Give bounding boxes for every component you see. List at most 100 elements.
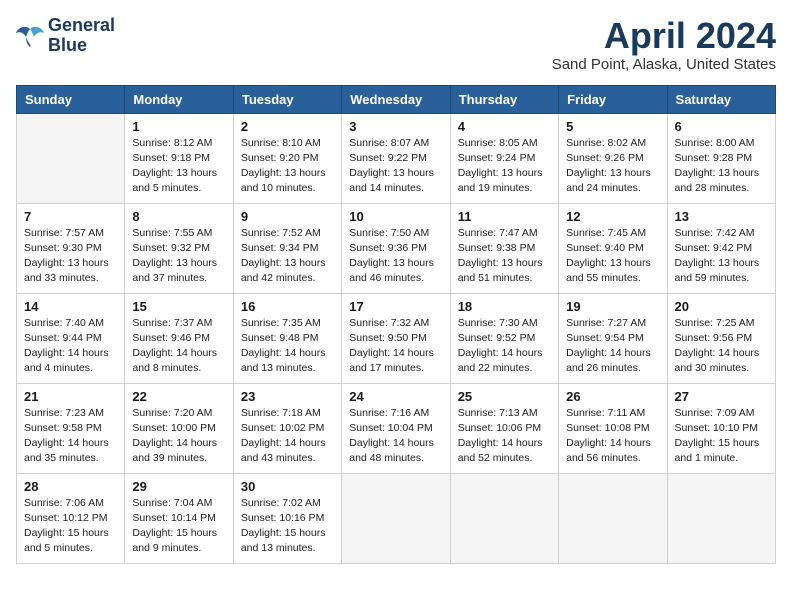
day-info: Sunrise: 7:55 AMSunset: 9:32 PMDaylight:…: [132, 226, 225, 287]
day-number: 1: [132, 119, 225, 134]
calendar-cell: 18 Sunrise: 7:30 AMSunset: 9:52 PMDayligh…: [450, 293, 558, 383]
location-subtitle: Sand Point, Alaska, United States: [552, 56, 776, 73]
day-info: Sunrise: 7:57 AMSunset: 9:30 PMDaylight:…: [24, 226, 117, 287]
day-number: 24: [349, 389, 442, 404]
day-info: Sunrise: 7:37 AMSunset: 9:46 PMDaylight:…: [132, 316, 225, 377]
calendar-cell: 30 Sunrise: 7:02 AMSunset: 10:16 PMDaylig…: [233, 473, 341, 563]
day-info: Sunrise: 7:30 AMSunset: 9:52 PMDaylight:…: [458, 316, 551, 377]
calendar-cell: 26 Sunrise: 7:11 AMSunset: 10:08 PMDaylig…: [559, 383, 667, 473]
weekday-header-tuesday: Tuesday: [233, 85, 341, 113]
calendar-cell: 20Sunrise: 7:25 AMSunset: 9:56 PMDayligh…: [667, 293, 775, 383]
day-info: Sunrise: 8:10 AMSunset: 9:20 PMDaylight:…: [241, 136, 334, 197]
calendar-cell: 3 Sunrise: 8:07 AMSunset: 9:22 PMDaylight…: [342, 113, 450, 203]
day-number: 18: [458, 299, 551, 314]
calendar-cell: 25 Sunrise: 7:13 AMSunset: 10:06 PMDaylig…: [450, 383, 558, 473]
calendar-cell: 21 Sunrise: 7:23 AMSunset: 9:58 PMDayligh…: [17, 383, 125, 473]
calendar-cell: [667, 473, 775, 563]
day-info: Sunrise: 8:00 AMSunset: 9:28 PMDaylight:…: [675, 136, 768, 197]
calendar-cell: 15 Sunrise: 7:37 AMSunset: 9:46 PMDayligh…: [125, 293, 233, 383]
calendar-cell: 23 Sunrise: 7:18 AMSunset: 10:02 PMDaylig…: [233, 383, 341, 473]
day-info: Sunrise: 7:27 AMSunset: 9:54 PMDaylight:…: [566, 316, 659, 377]
day-number: 25: [458, 389, 551, 404]
page-header: General Blue April 2024 Sand Point, Alas…: [16, 16, 776, 73]
day-info: Sunrise: 7:11 AMSunset: 10:08 PMDaylight…: [566, 406, 659, 467]
calendar-cell: 4 Sunrise: 8:05 AMSunset: 9:24 PMDaylight…: [450, 113, 558, 203]
calendar-cell: 29 Sunrise: 7:04 AMSunset: 10:14 PMDaylig…: [125, 473, 233, 563]
day-number: 6: [675, 119, 768, 134]
day-number: 19: [566, 299, 659, 314]
day-info: Sunrise: 7:45 AMSunset: 9:40 PMDaylight:…: [566, 226, 659, 287]
day-number: 28: [24, 479, 117, 494]
day-number: 9: [241, 209, 334, 224]
day-info: Sunrise: 8:12 AMSunset: 9:18 PMDaylight:…: [132, 136, 225, 197]
day-number: 22: [132, 389, 225, 404]
calendar-cell: 28 Sunrise: 7:06 AMSunset: 10:12 PMDaylig…: [17, 473, 125, 563]
logo-text-line1: General: [48, 16, 115, 36]
day-number: 23: [241, 389, 334, 404]
calendar-cell: 9 Sunrise: 7:52 AMSunset: 9:34 PMDaylight…: [233, 203, 341, 293]
week-row-1: 1 Sunrise: 8:12 AMSunset: 9:18 PMDaylight…: [17, 113, 776, 203]
day-info: Sunrise: 7:02 AMSunset: 10:16 PMDaylight…: [241, 496, 334, 557]
day-info: Sunrise: 7:18 AMSunset: 10:02 PMDaylight…: [241, 406, 334, 467]
day-number: 29: [132, 479, 225, 494]
calendar-cell: 17 Sunrise: 7:32 AMSunset: 9:50 PMDayligh…: [342, 293, 450, 383]
day-number: 10: [349, 209, 442, 224]
day-info: Sunrise: 7:06 AMSunset: 10:12 PMDaylight…: [24, 496, 117, 557]
calendar-cell: 5 Sunrise: 8:02 AMSunset: 9:26 PMDaylight…: [559, 113, 667, 203]
day-info: Sunrise: 8:02 AMSunset: 9:26 PMDaylight:…: [566, 136, 659, 197]
day-info: Sunrise: 7:32 AMSunset: 9:50 PMDaylight:…: [349, 316, 442, 377]
day-number: 7: [24, 209, 117, 224]
month-title: April 2024: [552, 16, 776, 56]
day-number: 26: [566, 389, 659, 404]
day-info: Sunrise: 7:04 AMSunset: 10:14 PMDaylight…: [132, 496, 225, 557]
day-info: Sunrise: 7:40 AMSunset: 9:44 PMDaylight:…: [24, 316, 117, 377]
day-number: 4: [458, 119, 551, 134]
weekday-header-row: SundayMondayTuesdayWednesdayThursdayFrid…: [17, 85, 776, 113]
day-info: Sunrise: 7:52 AMSunset: 9:34 PMDaylight:…: [241, 226, 334, 287]
calendar-cell: [559, 473, 667, 563]
day-info: Sunrise: 7:09 AMSunset: 10:10 PMDaylight…: [675, 406, 768, 467]
day-number: 8: [132, 209, 225, 224]
weekday-header-monday: Monday: [125, 85, 233, 113]
day-info: Sunrise: 7:23 AMSunset: 9:58 PMDaylight:…: [24, 406, 117, 467]
week-row-3: 14 Sunrise: 7:40 AMSunset: 9:44 PMDayligh…: [17, 293, 776, 383]
day-info: Sunrise: 8:07 AMSunset: 9:22 PMDaylight:…: [349, 136, 442, 197]
calendar-cell: 22Sunrise: 7:20 AMSunset: 10:00 PMDaylig…: [125, 383, 233, 473]
day-number: 5: [566, 119, 659, 134]
calendar-cell: 16 Sunrise: 7:35 AMSunset: 9:48 PMDayligh…: [233, 293, 341, 383]
day-info: Sunrise: 7:47 AMSunset: 9:38 PMDaylight:…: [458, 226, 551, 287]
day-info: Sunrise: 7:42 AMSunset: 9:42 PMDaylight:…: [675, 226, 768, 287]
calendar-cell: [342, 473, 450, 563]
week-row-5: 28 Sunrise: 7:06 AMSunset: 10:12 PMDaylig…: [17, 473, 776, 563]
day-number: 2: [241, 119, 334, 134]
day-number: 13: [675, 209, 768, 224]
day-info: Sunrise: 7:13 AMSunset: 10:06 PMDaylight…: [458, 406, 551, 467]
day-info: Sunrise: 7:35 AMSunset: 9:48 PMDaylight:…: [241, 316, 334, 377]
day-info: Sunrise: 8:05 AMSunset: 9:24 PMDaylight:…: [458, 136, 551, 197]
calendar-cell: 1 Sunrise: 8:12 AMSunset: 9:18 PMDaylight…: [125, 113, 233, 203]
day-number: 21: [24, 389, 117, 404]
weekday-header-thursday: Thursday: [450, 85, 558, 113]
calendar-cell: 7 Sunrise: 7:57 AMSunset: 9:30 PMDaylight…: [17, 203, 125, 293]
day-number: 11: [458, 209, 551, 224]
title-area: April 2024 Sand Point, Alaska, United St…: [552, 16, 776, 73]
day-number: 14: [24, 299, 117, 314]
calendar-cell: [450, 473, 558, 563]
day-info: Sunrise: 7:50 AMSunset: 9:36 PMDaylight:…: [349, 226, 442, 287]
calendar-cell: 27Sunrise: 7:09 AMSunset: 10:10 PMDaylig…: [667, 383, 775, 473]
calendar-cell: 11 Sunrise: 7:47 AMSunset: 9:38 PMDayligh…: [450, 203, 558, 293]
day-number: 16: [241, 299, 334, 314]
day-number: 3: [349, 119, 442, 134]
day-number: 15: [132, 299, 225, 314]
weekday-header-wednesday: Wednesday: [342, 85, 450, 113]
logo: General Blue: [16, 16, 115, 56]
calendar-cell: 14 Sunrise: 7:40 AMSunset: 9:44 PMDayligh…: [17, 293, 125, 383]
calendar-cell: [17, 113, 125, 203]
day-number: 30: [241, 479, 334, 494]
day-number: 17: [349, 299, 442, 314]
calendar-cell: 10 Sunrise: 7:50 AMSunset: 9:36 PMDayligh…: [342, 203, 450, 293]
calendar-cell: 6 Sunrise: 8:00 AMSunset: 9:28 PMDaylight…: [667, 113, 775, 203]
week-row-4: 21 Sunrise: 7:23 AMSunset: 9:58 PMDayligh…: [17, 383, 776, 473]
weekday-header-saturday: Saturday: [667, 85, 775, 113]
calendar-cell: 24Sunrise: 7:16 AMSunset: 10:04 PMDaylig…: [342, 383, 450, 473]
